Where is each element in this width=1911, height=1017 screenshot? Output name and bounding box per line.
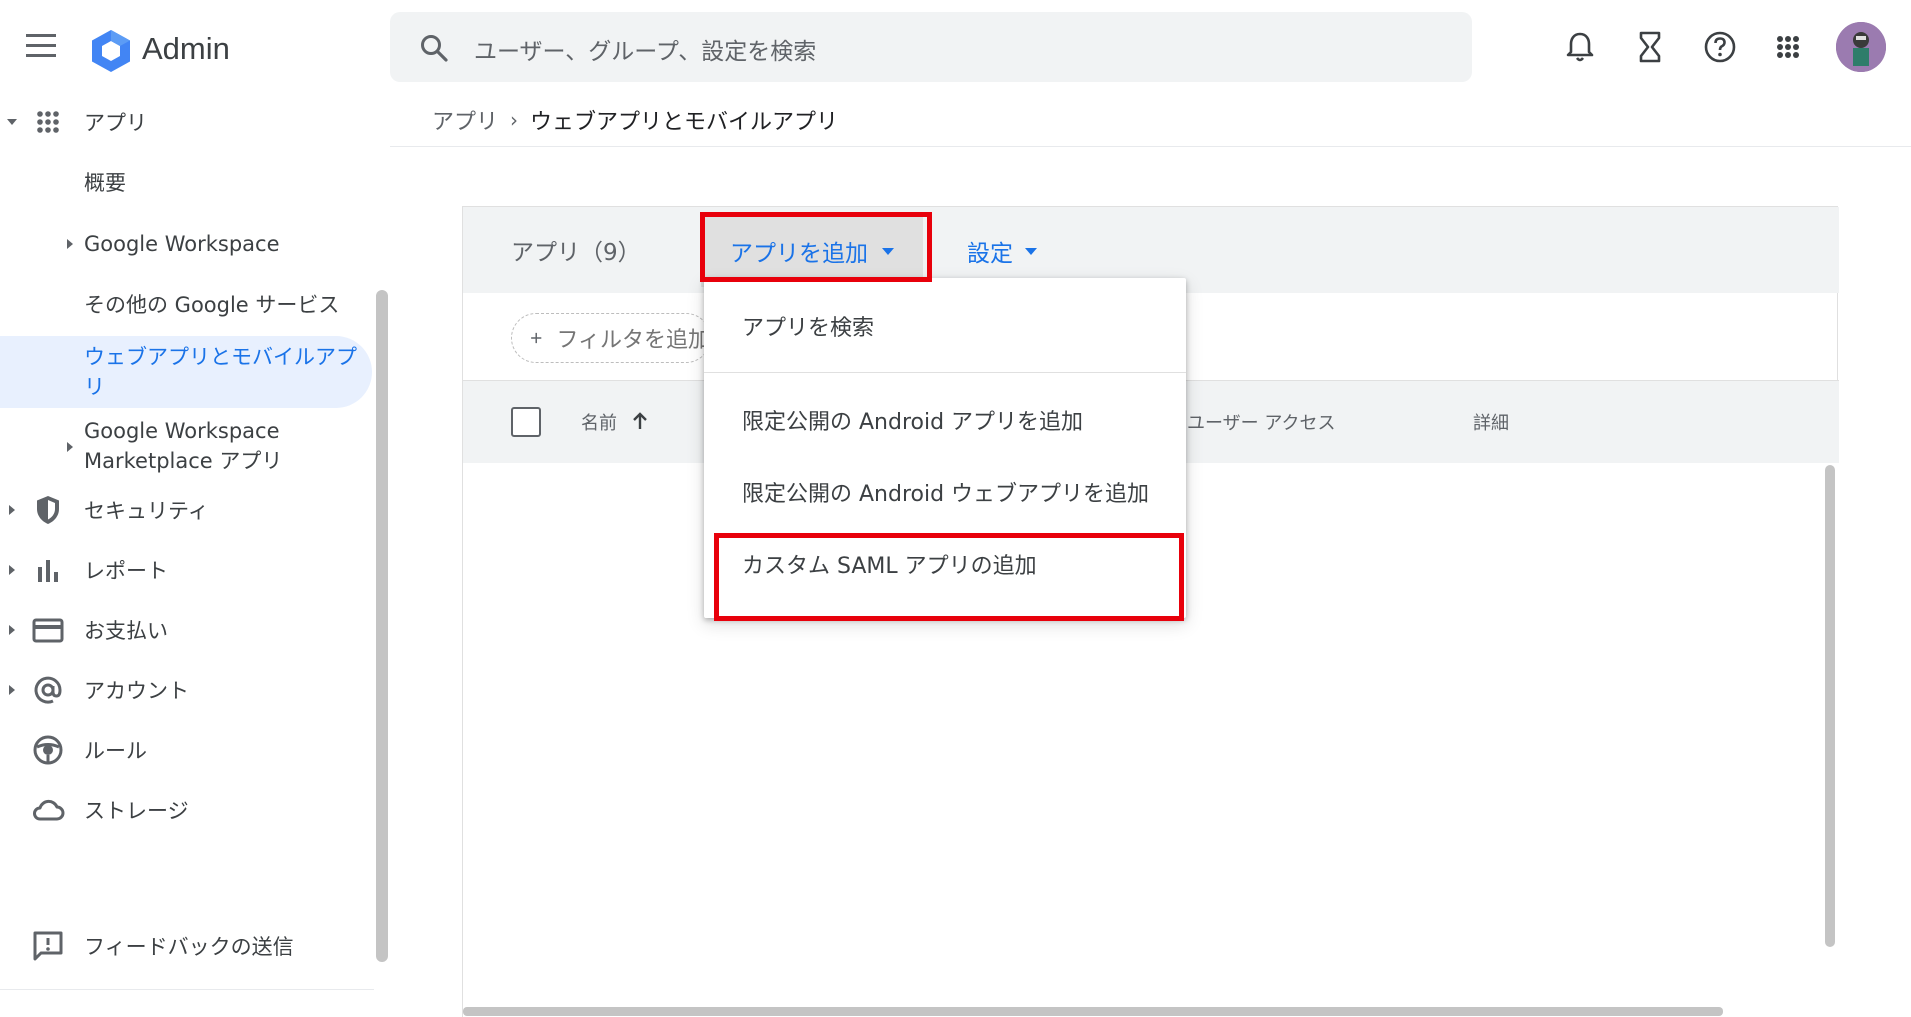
apps-count-title: アプリ（9）	[511, 240, 641, 266]
rules-icon	[33, 735, 63, 765]
column-header-user-access[interactable]: ユーザー アクセス	[1187, 409, 1335, 435]
menu-item-add-private-android-web-app[interactable]: 限定公開の Android ウェブアプリを追加	[742, 476, 1149, 508]
sidebar-item-label: ルール	[84, 739, 147, 763]
sidebar-item-storage[interactable]: ストレージ	[0, 786, 374, 834]
sidebar-item-label: アカウント	[84, 679, 189, 703]
breadcrumb: アプリ › ウェブアプリとモバイルアプリ	[432, 104, 838, 136]
plus-icon	[531, 332, 542, 344]
sidebar-item-label: ウェブアプリとモバイルアプ リ	[84, 342, 357, 402]
settings-button[interactable]: 設定	[967, 215, 1063, 287]
sidebar-item-label: Google Workspace Marketplace アプリ	[84, 416, 282, 476]
column-header-details[interactable]: 詳細	[1473, 409, 1509, 435]
caret-down-icon[interactable]	[6, 116, 18, 128]
feedback-icon	[33, 931, 63, 961]
sidebar-divider	[0, 989, 374, 990]
sidebar-subitem-overview[interactable]: 概要	[0, 158, 374, 206]
sidebar-subitem-google-workspace[interactable]: Google Workspace	[0, 220, 374, 268]
menu-item-add-private-android-app[interactable]: 限定公開の Android アプリを追加	[742, 404, 1083, 436]
breadcrumb-separator: ›	[510, 108, 519, 132]
select-all-checkbox[interactable]	[511, 407, 541, 437]
add-filter-button[interactable]: フィルタを追加	[511, 313, 711, 363]
shield-icon	[37, 496, 59, 524]
avatar[interactable]	[1836, 22, 1886, 72]
sidebar-item-label: セキュリティ	[84, 499, 209, 523]
sidebar-item-label: アプリ	[84, 111, 147, 135]
sidebar-item-security[interactable]: セキュリティ	[0, 486, 374, 534]
sidebar-item-label: フィードバックの送信	[84, 935, 294, 959]
sidebar-item-rules[interactable]: ルール	[0, 726, 374, 774]
credit-card-icon	[32, 618, 64, 643]
sidebar-subitem-marketplace-apps[interactable]: Google Workspace Marketplace アプリ	[0, 414, 374, 480]
caret-down-icon	[882, 247, 894, 255]
sidebar-item-reports[interactable]: レポート	[0, 546, 374, 594]
settings-label: 設定	[967, 241, 1013, 267]
breadcrumb-divider	[390, 146, 1911, 147]
caret-right-icon[interactable]	[64, 238, 76, 250]
cloud-icon	[33, 799, 65, 821]
sidebar-item-apps[interactable]: アプリ	[0, 98, 374, 146]
sidebar-item-label: その他の Google サービス	[84, 293, 340, 317]
arrow-up-icon[interactable]	[631, 411, 649, 431]
sidebar-subitem-other-google-services[interactable]: その他の Google サービス	[0, 280, 374, 328]
bar-chart-icon	[38, 560, 58, 582]
sidebar-subitem-web-mobile-apps[interactable]: ウェブアプリとモバイルアプ リ	[0, 340, 374, 406]
sidebar-item-label: Google Workspace	[84, 232, 280, 256]
help-icon[interactable]	[1700, 27, 1740, 67]
caret-right-icon[interactable]	[6, 624, 18, 636]
sidebar-item-label-line1: ウェブアプリとモバイルアプ	[84, 345, 357, 369]
sidebar-scrollbar[interactable]	[376, 290, 388, 962]
sidebar-item-label: ストレージ	[84, 799, 189, 823]
admin-logo[interactable]	[88, 28, 134, 74]
add-filter-label: フィルタを追加	[556, 328, 710, 353]
menu-icon[interactable]	[26, 34, 62, 62]
column-header-name[interactable]: 名前	[581, 409, 617, 435]
search-bar[interactable]: ユーザー、グループ、設定を検索	[390, 12, 1472, 82]
sidebar-item-billing[interactable]: お支払い	[0, 606, 374, 654]
menu-item-add-custom-saml-app[interactable]: カスタム SAML アプリの追加	[742, 548, 1037, 580]
search-icon[interactable]	[418, 32, 450, 64]
breadcrumb-apps-link[interactable]: アプリ	[432, 104, 498, 136]
caret-right-icon[interactable]	[6, 684, 18, 696]
caret-right-icon[interactable]	[6, 564, 18, 576]
bell-icon[interactable]	[1560, 27, 1600, 67]
menu-item-search-apps[interactable]: アプリを検索	[742, 310, 874, 342]
apps-grid-icon	[37, 111, 59, 133]
apps-grid-icon[interactable]	[1768, 27, 1808, 67]
hourglass-icon[interactable]	[1630, 27, 1670, 67]
sidebar-item-label: レポート	[84, 559, 168, 583]
horizontal-scrollbar[interactable]	[463, 1007, 1723, 1016]
sidebar-item-account[interactable]: アカウント	[0, 666, 374, 714]
sidebar-item-label-line2: Marketplace アプリ	[84, 449, 283, 473]
search-input[interactable]: ユーザー、グループ、設定を検索	[474, 32, 816, 66]
top-bar: Admin ユーザー、グループ、設定を検索	[0, 0, 1911, 96]
at-sign-icon	[34, 676, 62, 704]
feedback-button[interactable]: フィードバックの送信	[0, 922, 374, 970]
add-app-button[interactable]: アプリを追加	[701, 215, 923, 287]
table-scrollbar[interactable]	[1825, 465, 1835, 947]
sidebar: アプリ 概要 Google Workspace その他の Google サービス…	[0, 96, 388, 1017]
add-app-menu: アプリを検索 限定公開の Android アプリを追加 限定公開の Androi…	[704, 278, 1186, 618]
sidebar-item-label-line1: Google Workspace	[84, 419, 280, 443]
menu-divider	[704, 372, 1186, 373]
caret-right-icon[interactable]	[6, 504, 18, 516]
sidebar-item-label: お支払い	[84, 619, 168, 643]
add-app-label: アプリを追加	[730, 241, 868, 267]
sidebar-item-label: 概要	[84, 171, 126, 195]
brand-title: Admin	[142, 31, 230, 66]
breadcrumb-current: ウェブアプリとモバイルアプリ	[530, 110, 839, 135]
caret-right-icon[interactable]	[64, 441, 76, 453]
caret-down-icon	[1025, 247, 1037, 255]
sidebar-item-label-line2: リ	[84, 375, 105, 399]
